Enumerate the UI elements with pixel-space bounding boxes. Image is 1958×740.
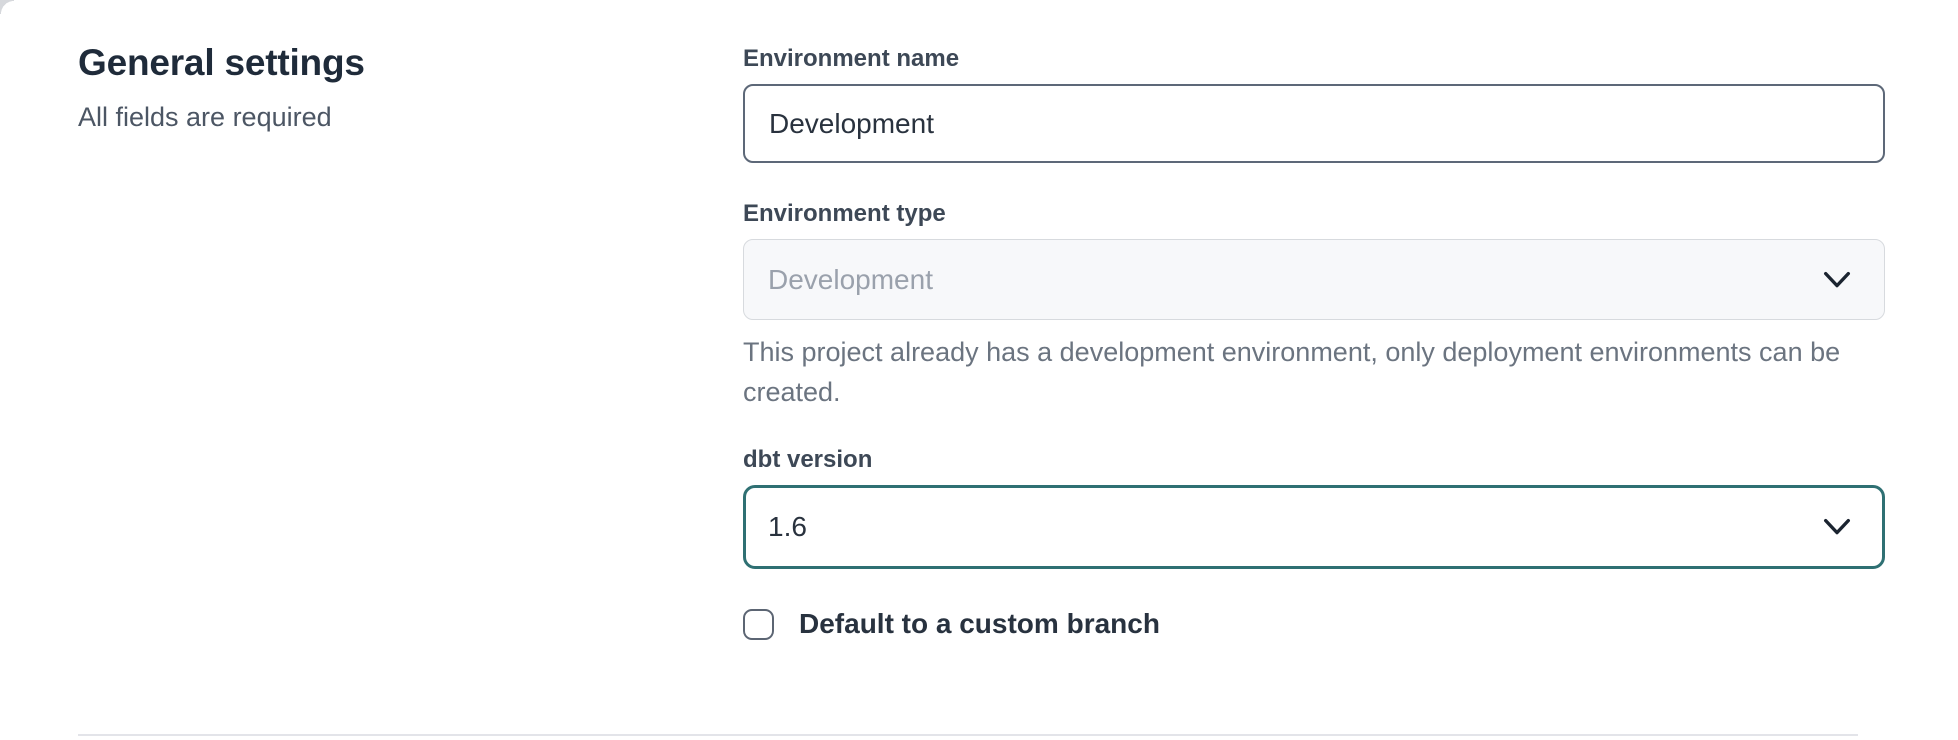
environment-name-input[interactable] — [743, 84, 1885, 163]
environment-type-select: Development — [743, 239, 1885, 320]
environment-type-field-group: Environment type Development This projec… — [743, 199, 1885, 412]
environment-type-label: Environment type — [743, 199, 1885, 229]
chevron-down-icon — [1820, 268, 1854, 292]
dbt-version-label: dbt version — [743, 445, 1885, 475]
environment-type-value: Development — [768, 264, 933, 296]
settings-section-intro: General settings All fields are required — [78, 40, 638, 134]
environment-name-field-group: Environment name — [743, 44, 1885, 163]
general-settings-form: Environment name Environment type Develo… — [743, 44, 1885, 640]
section-divider — [78, 734, 1858, 736]
environment-name-label: Environment name — [743, 44, 1885, 74]
page-title: General settings — [78, 40, 638, 86]
environment-type-help-text: This project already has a development e… — [743, 332, 1873, 412]
required-fields-note: All fields are required — [78, 100, 638, 134]
custom-branch-label[interactable]: Default to a custom branch — [799, 608, 1160, 640]
custom-branch-row: Default to a custom branch — [743, 608, 1885, 640]
chevron-down-icon — [1820, 515, 1854, 539]
dbt-version-select[interactable]: 1.6 — [743, 485, 1885, 569]
dbt-version-field-group: dbt version 1.6 — [743, 445, 1885, 569]
dbt-version-value: 1.6 — [768, 511, 807, 543]
panel-corner-artifact — [0, 0, 14, 14]
custom-branch-checkbox[interactable] — [743, 609, 774, 640]
